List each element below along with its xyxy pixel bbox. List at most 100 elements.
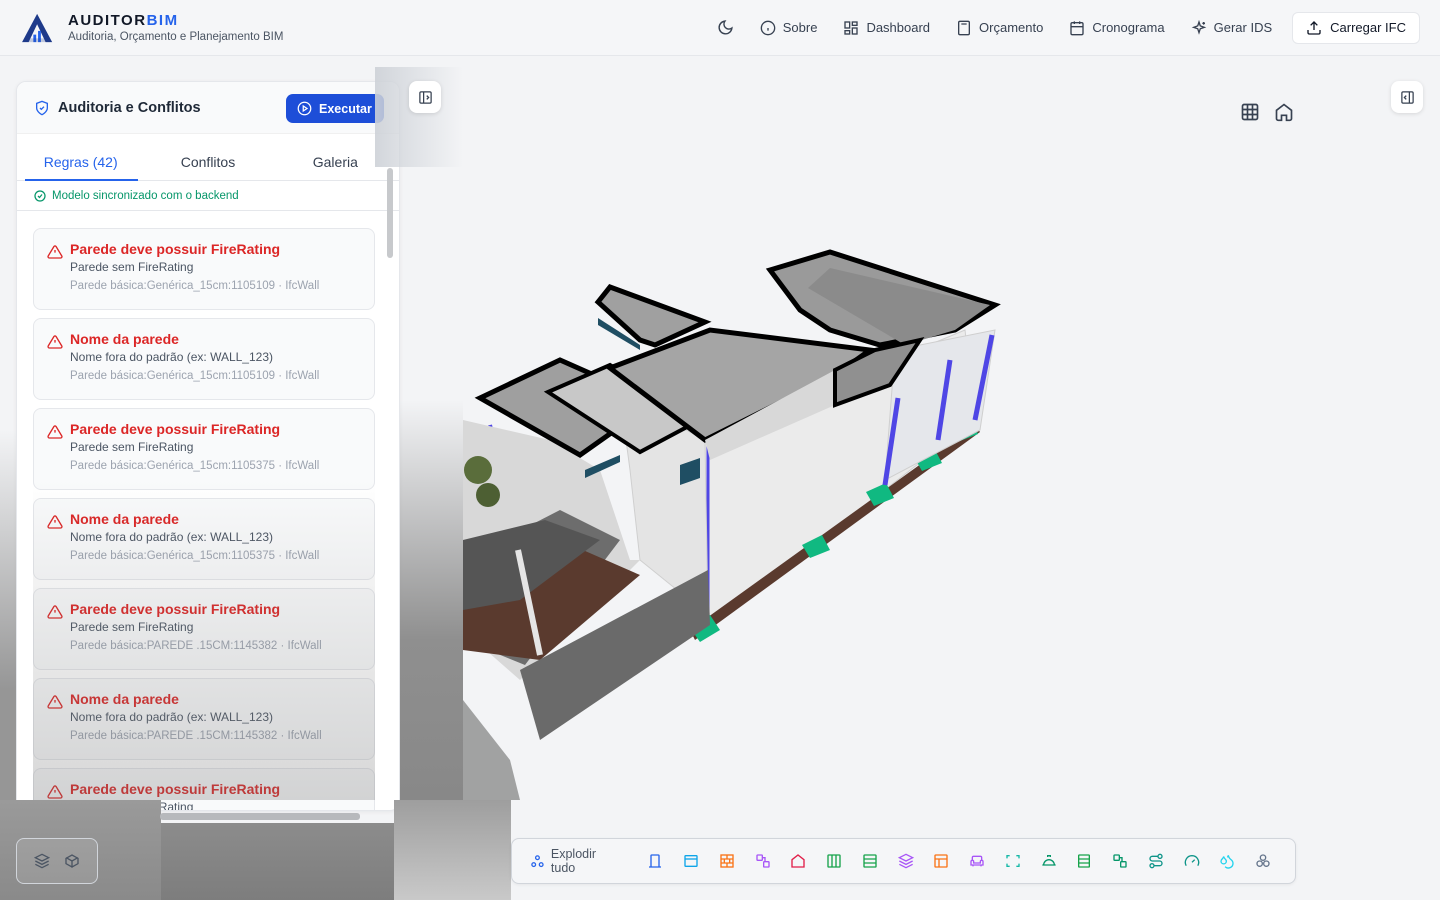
tool-door[interactable] <box>637 846 673 876</box>
rule-description: Nome fora do padrão (ex: WALL_123) <box>70 530 273 544</box>
theme-toggle-button[interactable] <box>707 13 744 42</box>
audit-panel: Auditoria e Conflitos Executar Regras (4… <box>16 81 400 811</box>
tool-beam[interactable] <box>745 846 781 876</box>
brand-subtitle: Auditoria, Orçamento e Planejamento BIM <box>68 31 284 43</box>
rule-item[interactable]: Nome da parede Nome fora do padrão (ex: … <box>33 678 375 760</box>
home-icon[interactable] <box>1274 102 1294 122</box>
nav-dashboard[interactable]: Dashboard <box>833 14 940 42</box>
rule-description: Nome fora do padrão (ex: WALL_123) <box>70 710 273 724</box>
calculator-icon <box>958 20 971 35</box>
explode-label: Explodir tudo <box>550 847 597 875</box>
space-icon <box>1006 855 1020 867</box>
scrollbar-thumb[interactable] <box>387 168 393 258</box>
box-icon[interactable] <box>64 853 80 869</box>
scrollbar-thumb[interactable] <box>160 813 360 820</box>
route-icon <box>1149 853 1163 869</box>
collapse-right-panel-button[interactable] <box>1391 81 1423 113</box>
rule-item[interactable]: Nome da parede Nome fora do padrão (ex: … <box>33 498 375 580</box>
calendar-icon <box>1070 20 1085 35</box>
explode-all-button[interactable]: Explodir tudo <box>530 847 623 875</box>
ifc-model-render <box>463 249 1001 800</box>
nav-gerar-ids[interactable]: Gerar IDS <box>1181 14 1283 42</box>
furniture-icon <box>970 855 984 867</box>
tool-stairs[interactable] <box>1067 846 1103 876</box>
tool-wall[interactable] <box>709 846 745 876</box>
tab-conflitos[interactable]: Conflitos <box>144 134 271 180</box>
warning-icon <box>47 695 63 709</box>
panel-title: Auditoria e Conflitos <box>58 99 201 116</box>
tool-house[interactable] <box>780 846 816 876</box>
rule-description: Nome fora do padrão (ex: WALL_123) <box>70 350 273 364</box>
rule-item[interactable]: Nome da parede Nome fora do padrão (ex: … <box>33 318 375 400</box>
warning-icon <box>47 335 63 349</box>
tool-gauge[interactable] <box>1174 846 1210 876</box>
window-icon <box>684 855 698 867</box>
tab-regras[interactable]: Regras (42) <box>17 134 144 181</box>
rule-title: Parede deve possuir FireRating <box>70 601 281 617</box>
rule-title: Parede deve possuir FireRating <box>70 421 281 437</box>
warning-icon <box>47 515 63 529</box>
rule-description: Parede sem FireRating <box>70 620 194 634</box>
panel-tabs: Regras (42) Conflitos Galeria <box>17 134 399 181</box>
rule-description: Parede sem FireRating <box>70 440 194 454</box>
rule-element: Parede básica:PAREDE .15CM:1145382 · Ifc… <box>70 730 322 742</box>
shield-check-icon <box>36 100 48 115</box>
rule-title: Nome da parede <box>70 331 179 347</box>
panel-left-icon <box>418 90 432 104</box>
brick-wall-icon <box>720 854 734 868</box>
tool-route[interactable] <box>1138 846 1174 876</box>
tool-layout[interactable] <box>923 846 959 876</box>
grid-icon[interactable] <box>1240 102 1260 122</box>
collapse-left-panel-button[interactable] <box>409 81 441 113</box>
rules-list: Parede deve possuir FireRating Parede se… <box>17 212 387 810</box>
tool-roof[interactable] <box>1031 846 1067 876</box>
rule-item[interactable]: Parede deve possuir FireRating Parede se… <box>33 408 375 490</box>
run-label: Executar <box>319 101 372 116</box>
beam-icon <box>755 854 770 868</box>
nav-sobre[interactable]: Sobre <box>750 14 828 42</box>
panel-right-icon <box>1400 90 1414 104</box>
nav-label: Cronograma <box>1092 20 1165 35</box>
pipe-icon <box>1113 854 1127 868</box>
upload-ifc-button[interactable]: Carregar IFC <box>1292 11 1420 44</box>
tool-cluster[interactable] <box>1245 846 1281 876</box>
rule-item[interactable]: Parede deve possuir FireRating Parede se… <box>33 228 375 310</box>
3d-viewport[interactable] <box>463 56 1440 900</box>
sync-status: Modelo sincronizado com o backend <box>17 181 399 211</box>
tool-columns[interactable] <box>816 846 852 876</box>
rule-item[interactable]: Parede deve possuir FireRating Parede se… <box>33 588 375 670</box>
rules-horizontal-scrollbar[interactable] <box>160 810 385 822</box>
columns-icon <box>827 854 841 868</box>
tool-pipe[interactable] <box>1102 846 1138 876</box>
tool-slab[interactable] <box>852 846 888 876</box>
run-audit-button[interactable]: Executar <box>286 94 384 123</box>
tool-layers[interactable] <box>888 846 924 876</box>
roof-icon <box>1041 855 1056 866</box>
cluster-icon <box>1256 854 1270 867</box>
top-nav: Sobre Dashboard Orçamento Cronograma Ger… <box>707 11 1420 44</box>
layers-icon <box>897 853 914 869</box>
warning-icon <box>47 425 63 439</box>
layers-icon[interactable] <box>34 853 50 869</box>
tool-furniture[interactable] <box>959 846 995 876</box>
rule-title: Nome da parede <box>70 511 179 527</box>
rule-description: Parede sem FireRating <box>70 260 194 274</box>
nav-orcamento[interactable]: Orçamento <box>946 14 1053 42</box>
tool-droplets[interactable] <box>1210 846 1246 876</box>
nav-label: Orçamento <box>979 20 1044 35</box>
nav-label: Gerar IDS <box>1213 20 1273 35</box>
info-icon <box>760 20 776 35</box>
upload-label: Carregar IFC <box>1330 20 1406 35</box>
tool-space[interactable] <box>995 846 1031 876</box>
rule-element: Parede básica:Genérica_15cm:1105375 · If… <box>70 550 320 562</box>
nav-cronograma[interactable]: Cronograma <box>1059 14 1174 42</box>
slab-icon <box>863 854 877 868</box>
moon-icon <box>718 20 733 35</box>
layout-icon <box>934 854 949 868</box>
rules-scrollbar[interactable] <box>386 168 394 788</box>
tool-window[interactable] <box>673 846 709 876</box>
rule-title: Parede deve possuir FireRating <box>70 241 281 257</box>
category-toolbar: Explodir tudo <box>511 838 1296 884</box>
rule-title: Nome da parede <box>70 691 179 707</box>
brand[interactable]: AUDITORBIM Auditoria, Orçamento e Planej… <box>20 12 283 44</box>
